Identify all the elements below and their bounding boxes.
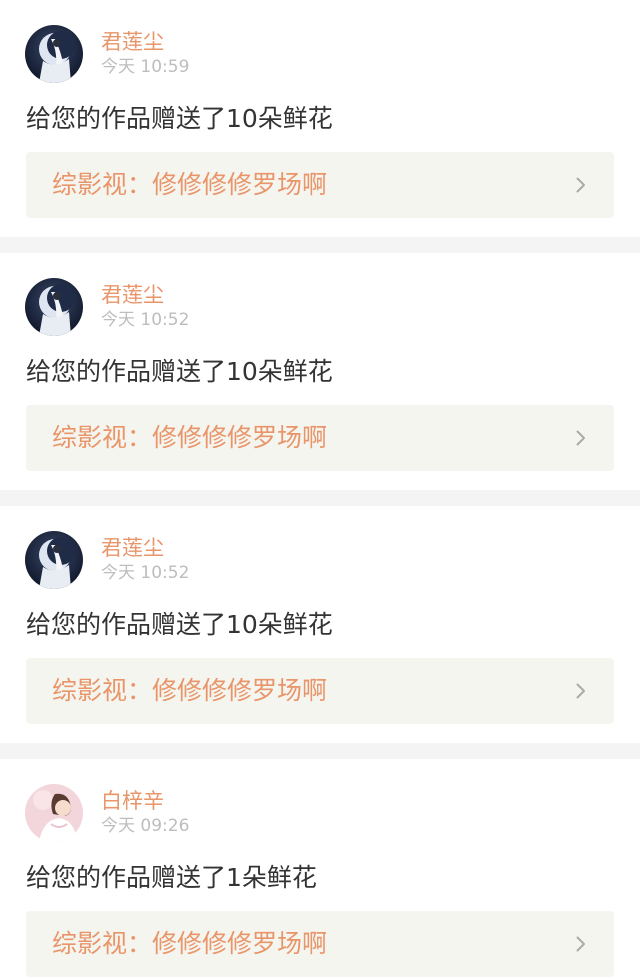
notification-card: 君莲尘 今天 10:52 给您的作品赠送了10朵鲜花 综影视：修修修修罗场啊 xyxy=(0,506,640,743)
timestamp: 今天 09:26 xyxy=(101,816,190,836)
work-title: 综影视：修修修修罗场啊 xyxy=(52,676,328,705)
gift-message: 给您的作品赠送了10朵鲜花 xyxy=(26,104,333,133)
notification-card: 君莲尘 今天 10:52 给您的作品赠送了10朵鲜花 综影视：修修修修罗场啊 xyxy=(0,253,640,490)
work-link[interactable]: 综影视：修修修修罗场啊 xyxy=(26,658,614,724)
avatar[interactable] xyxy=(25,531,83,589)
chevron-right-icon xyxy=(576,683,585,699)
timestamp: 今天 10:52 xyxy=(101,563,190,583)
avatar-dark-moon-icon xyxy=(25,278,83,336)
card-separator xyxy=(0,490,640,506)
gift-message: 给您的作品赠送了10朵鲜花 xyxy=(26,357,333,386)
work-link[interactable]: 综影视：修修修修罗场啊 xyxy=(26,911,614,977)
avatar[interactable] xyxy=(25,25,83,83)
user-name[interactable]: 君莲尘 xyxy=(101,29,164,55)
avatar-pink-portrait-icon xyxy=(25,784,83,842)
avatar-dark-moon-icon xyxy=(25,531,83,589)
avatar[interactable] xyxy=(25,278,83,336)
notification-card: 君莲尘 今天 10:59 给您的作品赠送了10朵鲜花 综影视：修修修修罗场啊 xyxy=(0,0,640,237)
card-separator xyxy=(0,743,640,759)
gift-message: 给您的作品赠送了1朵鲜花 xyxy=(26,863,317,892)
work-title: 综影视：修修修修罗场啊 xyxy=(52,170,328,199)
avatar[interactable] xyxy=(25,784,83,842)
chevron-right-icon xyxy=(576,936,585,952)
work-title: 综影视：修修修修罗场啊 xyxy=(52,423,328,452)
timestamp: 今天 10:59 xyxy=(101,57,190,77)
work-link[interactable]: 综影视：修修修修罗场啊 xyxy=(26,405,614,471)
work-title: 综影视：修修修修罗场啊 xyxy=(52,929,328,958)
user-name[interactable]: 君莲尘 xyxy=(101,535,164,561)
notification-card: 白梓辛 今天 09:26 给您的作品赠送了1朵鲜花 综影视：修修修修罗场啊 xyxy=(0,759,640,978)
user-name[interactable]: 白梓辛 xyxy=(101,788,164,814)
card-separator xyxy=(0,237,640,253)
timestamp: 今天 10:52 xyxy=(101,310,190,330)
avatar-dark-moon-icon xyxy=(25,25,83,83)
user-name[interactable]: 君莲尘 xyxy=(101,282,164,308)
notification-feed: 君莲尘 今天 10:59 给您的作品赠送了10朵鲜花 综影视：修修修修罗场啊 君… xyxy=(0,0,640,978)
chevron-right-icon xyxy=(576,177,585,193)
gift-message: 给您的作品赠送了10朵鲜花 xyxy=(26,610,333,639)
chevron-right-icon xyxy=(576,430,585,446)
work-link[interactable]: 综影视：修修修修罗场啊 xyxy=(26,152,614,218)
